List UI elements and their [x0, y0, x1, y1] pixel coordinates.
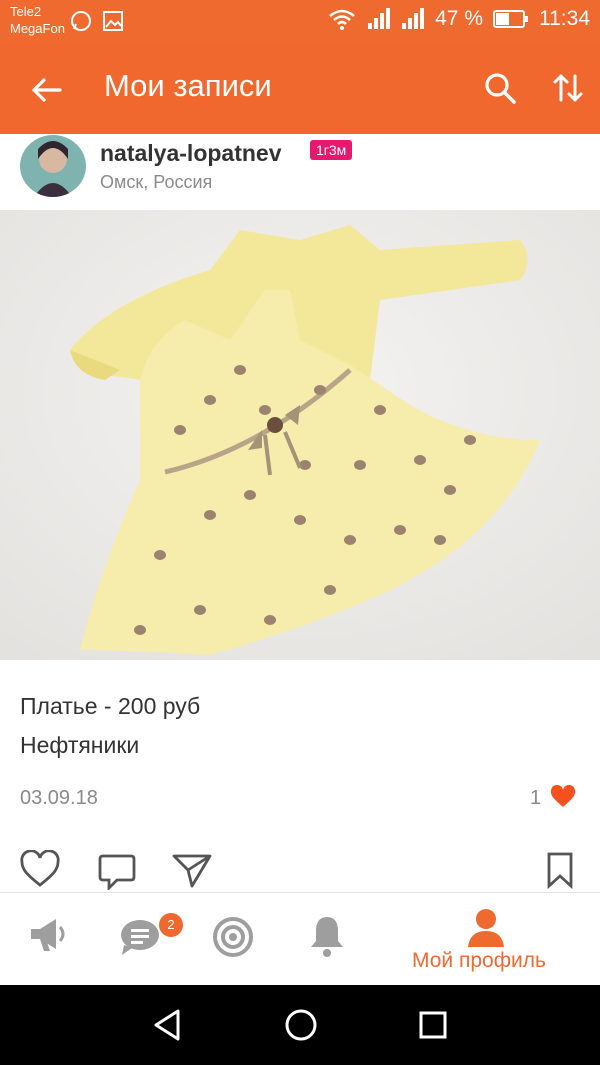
chat-icon[interactable]	[118, 913, 162, 957]
likes-count[interactable]: 1	[530, 787, 541, 810]
post-date: 03.09.18	[20, 787, 98, 809]
post-photo[interactable]	[0, 210, 600, 660]
app-bar: Мои записи	[0, 42, 600, 134]
heart-icon[interactable]	[20, 850, 60, 890]
send-icon[interactable]	[172, 850, 212, 890]
author-name[interactable]: natalya-lopatnev	[100, 140, 282, 167]
target-icon[interactable]	[211, 913, 255, 957]
comment-icon[interactable]	[97, 850, 137, 890]
heart-filled-icon[interactable]	[550, 785, 576, 809]
nav-profile-label[interactable]: Мой профиль	[412, 949, 546, 973]
page-title: Мои записи	[104, 68, 272, 103]
signal-icon-2	[402, 8, 425, 29]
post-author[interactable]: natalya-lopatnev 1г3м Омск, Россия	[0, 134, 600, 210]
bookmark-icon[interactable]	[540, 850, 580, 890]
whatsapp-icon	[71, 11, 91, 31]
battery-icon	[493, 10, 528, 28]
clock: 11:34	[539, 7, 590, 30]
home-circle-icon[interactable]	[281, 1005, 321, 1045]
search-icon[interactable]	[482, 70, 518, 106]
bell-icon[interactable]	[305, 913, 349, 957]
battery-percent: 47 %	[435, 7, 483, 30]
image-icon	[103, 11, 123, 31]
megaphone-icon[interactable]	[26, 913, 70, 957]
signal-icon-1	[368, 8, 391, 29]
author-location: Омск, Россия	[100, 172, 213, 192]
system-nav-bar	[0, 985, 600, 1065]
avatar[interactable]	[20, 135, 86, 197]
status-bar: Tele2 MegaFon 47 % 11:34	[0, 0, 600, 42]
person-icon[interactable]	[464, 907, 508, 951]
post-text-line-2: Нефтяники	[20, 732, 140, 758]
back-triangle-icon[interactable]	[148, 1005, 188, 1045]
carrier-info: Tele2 MegaFon	[10, 3, 65, 37]
back-arrow-icon[interactable]	[26, 70, 66, 110]
recents-square-icon[interactable]	[413, 1005, 453, 1045]
sort-icon[interactable]	[550, 70, 586, 106]
bottom-nav: 2 Мой профиль	[0, 892, 600, 986]
post-text-line-1: Платье - 200 руб	[20, 693, 201, 719]
age-badge: 1г3м	[310, 140, 353, 160]
messages-badge: 2	[159, 913, 183, 937]
carrier-tele2: Tele2	[10, 4, 42, 19]
carrier-megafon: MegaFon	[10, 21, 65, 36]
wifi-icon	[329, 9, 355, 30]
